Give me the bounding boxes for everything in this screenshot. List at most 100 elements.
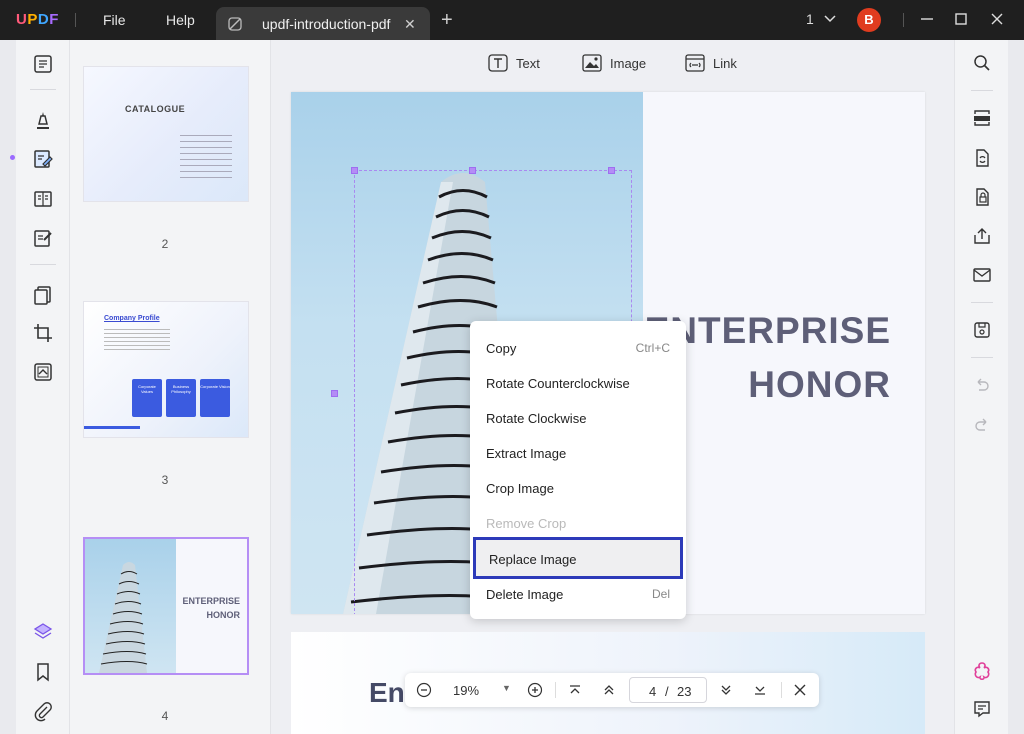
protect-button[interactable] bbox=[971, 186, 993, 208]
divider bbox=[781, 682, 782, 698]
thumbnail-page-3[interactable]: Company Profile Corporate Values Busines… bbox=[83, 301, 249, 438]
undo-button bbox=[971, 374, 993, 396]
share-button[interactable] bbox=[971, 225, 993, 247]
crop-pages-button[interactable] bbox=[30, 320, 56, 346]
first-page-button[interactable] bbox=[566, 681, 584, 699]
divider bbox=[30, 89, 56, 90]
divider bbox=[971, 357, 993, 358]
menu-item-label: Extract Image bbox=[486, 446, 567, 461]
thumbnail-page-2[interactable]: CATALOGUE bbox=[83, 66, 249, 202]
right-tool-rail bbox=[954, 40, 1008, 734]
menu-item-copy[interactable]: Copy Ctrl+C bbox=[470, 332, 686, 364]
updf-logo[interactable]: UPDF bbox=[16, 11, 59, 28]
edit-toolbar: Text Image Link bbox=[271, 40, 954, 88]
new-tab-button[interactable]: + bbox=[441, 9, 453, 32]
menu-item-shortcut: Ctrl+C bbox=[635, 341, 670, 355]
resize-handle[interactable] bbox=[608, 167, 615, 174]
thumbnail-card-label: Business Philosophy bbox=[171, 384, 191, 394]
thumbnail-panel: CATALOGUE 2 Company Profile Corporate Va… bbox=[70, 40, 271, 734]
minimize-icon[interactable] bbox=[917, 9, 937, 29]
previous-page-button[interactable] bbox=[600, 681, 618, 699]
page-number-input[interactable]: 4 / 23 bbox=[629, 677, 707, 703]
zoom-in-button[interactable] bbox=[526, 681, 544, 699]
thumbnail-card: Corporate Vision bbox=[200, 379, 230, 417]
active-indicator bbox=[10, 155, 15, 160]
resize-handle[interactable] bbox=[469, 167, 476, 174]
thumbnail-title: Company Profile bbox=[104, 315, 160, 322]
last-page-button[interactable] bbox=[751, 681, 769, 699]
divider bbox=[555, 682, 556, 698]
convert-pdf-button[interactable] bbox=[971, 147, 993, 169]
bookmark-button[interactable] bbox=[30, 659, 56, 685]
comment-mode-button[interactable] bbox=[30, 107, 56, 133]
logo-letter: P bbox=[27, 11, 38, 28]
save-icon bbox=[974, 322, 990, 338]
menu-item-extract-image[interactable]: Extract Image bbox=[470, 437, 686, 469]
logo-letter: D bbox=[37, 11, 50, 28]
divider bbox=[971, 90, 993, 91]
close-window-icon[interactable] bbox=[987, 9, 1007, 29]
logo-letter: F bbox=[49, 11, 59, 28]
zoom-out-button[interactable] bbox=[415, 681, 433, 699]
organize-pages-button[interactable] bbox=[30, 282, 56, 308]
layers-button[interactable] bbox=[30, 619, 56, 645]
zoom-dropdown-icon[interactable]: ▼ bbox=[502, 683, 511, 693]
maximize-icon[interactable] bbox=[951, 9, 971, 29]
menu-item-delete-image[interactable]: Delete Image Del bbox=[470, 578, 686, 610]
zoom-level[interactable]: 19% bbox=[453, 683, 479, 698]
menu-item-rotate-clockwise[interactable]: Rotate Clockwise bbox=[470, 402, 686, 434]
resize-handle[interactable] bbox=[331, 390, 338, 397]
next-page-button[interactable] bbox=[717, 681, 735, 699]
bookmark-icon bbox=[37, 663, 49, 682]
search-button[interactable] bbox=[971, 52, 993, 74]
zoom-navigation-bar: 19% ▼ 4 / 23 bbox=[405, 673, 819, 707]
comments-panel-button[interactable] bbox=[971, 698, 993, 720]
convert-button[interactable] bbox=[30, 359, 56, 385]
thumbnail-heading-line: HONOR bbox=[206, 610, 241, 620]
add-image-button[interactable]: Image bbox=[582, 54, 646, 72]
ocr-button[interactable] bbox=[971, 107, 993, 129]
search-icon bbox=[974, 55, 990, 71]
image-context-menu: Copy Ctrl+C Rotate Counterclockwise Rota… bbox=[470, 321, 686, 619]
thumbnail-bar bbox=[84, 426, 140, 429]
reader-mode-button[interactable] bbox=[30, 51, 56, 77]
thumbnail-page-number: 4 bbox=[161, 709, 169, 723]
page-selector-value: 1 bbox=[806, 11, 814, 27]
close-zoom-bar-button[interactable] bbox=[791, 681, 809, 699]
ai-assistant-button[interactable] bbox=[971, 660, 993, 682]
page-layout-button[interactable] bbox=[30, 186, 56, 212]
convert-icon bbox=[34, 363, 52, 381]
add-link-button[interactable]: Link bbox=[685, 54, 737, 72]
double-chevron-up-icon bbox=[604, 685, 614, 695]
page-selector[interactable]: 1 bbox=[806, 11, 836, 27]
menu-item-crop-image[interactable]: Crop Image bbox=[470, 472, 686, 504]
thumbnail-page-number: 3 bbox=[161, 473, 169, 487]
avatar[interactable]: B bbox=[857, 8, 881, 32]
title-bar: UPDF File Help updf-introduction-pdf ✕ +… bbox=[0, 0, 1024, 40]
double-chevron-down-icon bbox=[721, 685, 731, 695]
menu-item-label: Replace Image bbox=[489, 552, 577, 567]
add-text-button[interactable]: Text bbox=[488, 54, 540, 72]
attachment-button[interactable] bbox=[30, 698, 56, 724]
menu-file[interactable]: File bbox=[103, 12, 126, 28]
document-tab[interactable]: updf-introduction-pdf ✕ bbox=[216, 7, 430, 40]
divider bbox=[903, 13, 904, 27]
logo-letter: U bbox=[16, 11, 28, 28]
menu-help[interactable]: Help bbox=[166, 12, 195, 28]
menu-item-replace-image[interactable]: Replace Image bbox=[473, 537, 683, 579]
total-pages: 23 bbox=[677, 684, 692, 699]
form-mode-button[interactable] bbox=[30, 225, 56, 251]
thumbnail-page-4[interactable]: ENTERPRISE HONOR bbox=[83, 537, 249, 675]
thumbnail-image bbox=[85, 539, 176, 673]
resize-handle[interactable] bbox=[351, 167, 358, 174]
thumbnail-heading: ENTERPRISE HONOR bbox=[182, 594, 240, 622]
email-button[interactable] bbox=[971, 264, 993, 286]
edit-mode-button[interactable] bbox=[30, 146, 56, 172]
thumbnail-title: CATALOGUE bbox=[125, 104, 186, 114]
menu-item-rotate-counterclockwise[interactable]: Rotate Counterclockwise bbox=[470, 367, 686, 399]
thumbnail-card: Business Philosophy bbox=[166, 379, 196, 417]
save-button[interactable] bbox=[971, 319, 993, 341]
paperclip-icon bbox=[34, 702, 52, 722]
close-tab-icon[interactable]: ✕ bbox=[404, 16, 416, 33]
comment-icon bbox=[974, 701, 990, 718]
